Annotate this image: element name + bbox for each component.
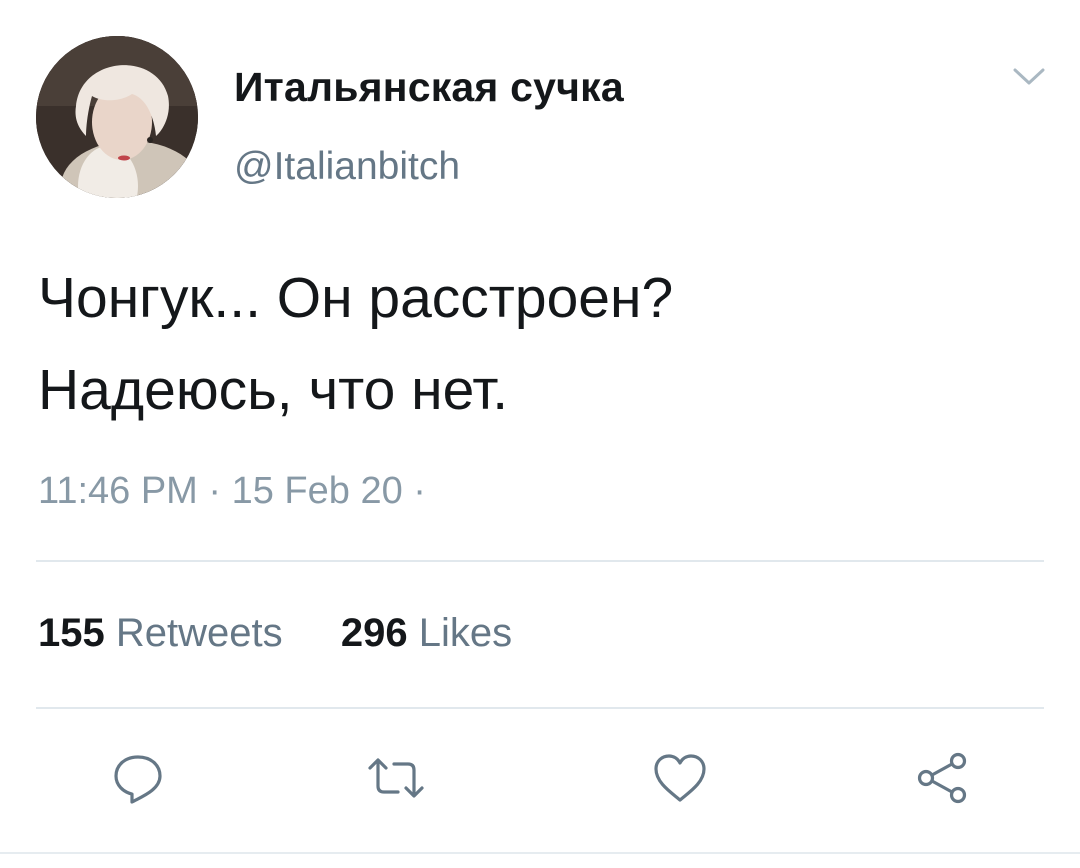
tweet-stats: 155 Retweets 296 Likes (38, 611, 512, 656)
share-button[interactable] (912, 748, 972, 808)
retweet-icon (368, 758, 424, 798)
display-name[interactable]: Итальянская сучка (234, 64, 624, 111)
retweets-count: 155 (38, 611, 105, 655)
bottom-border (0, 852, 1080, 854)
avatar[interactable] (36, 36, 198, 198)
retweets-stat[interactable]: 155 Retweets (38, 611, 294, 655)
likes-stat[interactable]: 296 Likes (330, 611, 512, 655)
heart-icon (654, 754, 706, 802)
chevron-down-icon[interactable] (1012, 62, 1046, 90)
retweet-button[interactable] (366, 748, 426, 808)
reply-button[interactable] (108, 748, 168, 808)
like-button[interactable] (650, 748, 710, 808)
tweet-timestamp[interactable]: 11:46 PM · 15 Feb 20 · (38, 470, 426, 513)
likes-label: Likes (418, 611, 513, 655)
divider (36, 707, 1044, 709)
retweets-label: Retweets (115, 611, 283, 655)
tweet-text-line: Чонгук... Он расстроен? (38, 266, 674, 330)
reply-icon (114, 755, 162, 804)
divider (36, 560, 1044, 562)
tweet-text: Чонгук... Он расстроен? Надеюсь, что нет… (38, 252, 1048, 436)
share-icon (917, 752, 967, 804)
likes-count: 296 (340, 611, 408, 655)
avatar-image (36, 36, 198, 198)
user-handle[interactable]: @Italianbitch (234, 145, 460, 189)
tweet-text-line: Надеюсь, что нет. (38, 358, 509, 422)
